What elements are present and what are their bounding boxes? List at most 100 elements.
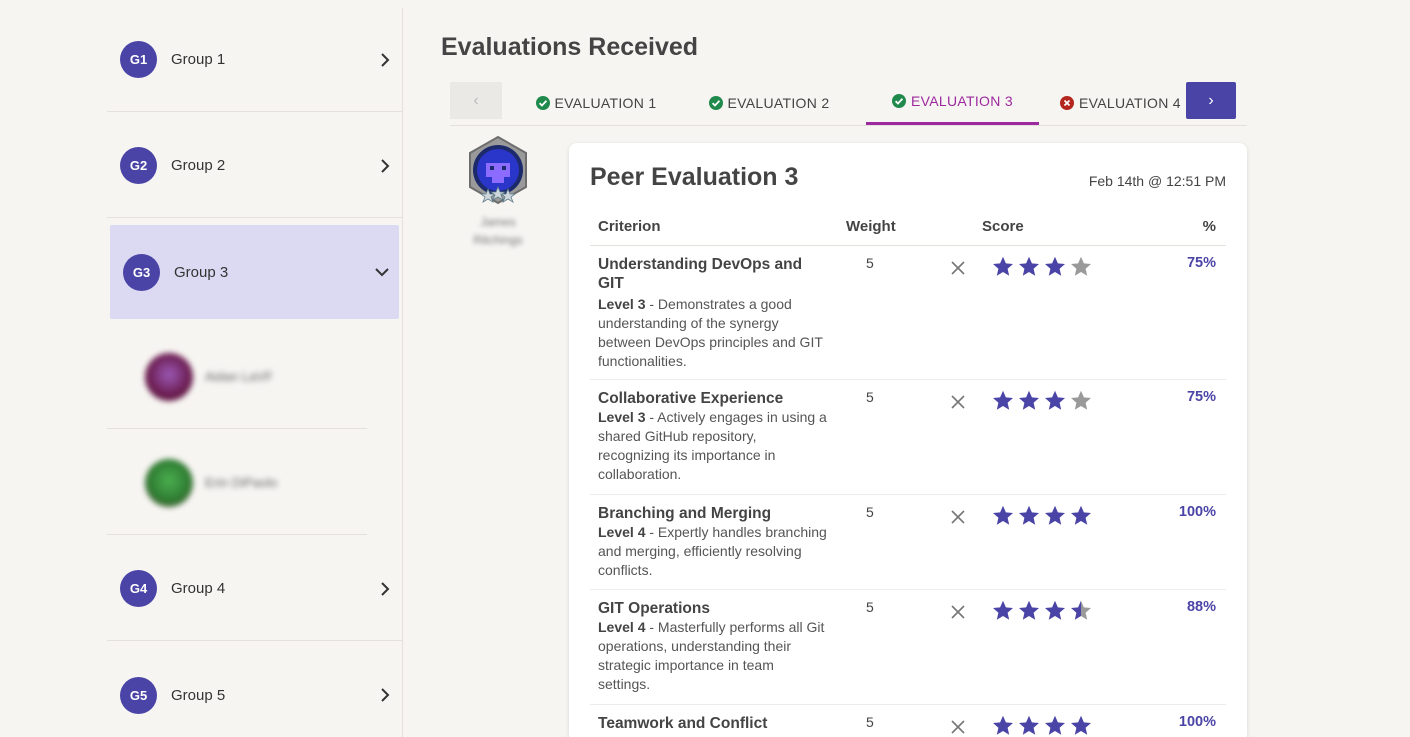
member-avatar xyxy=(145,352,193,401)
tabs-next-button[interactable]: › xyxy=(1186,82,1236,119)
evaluation-tabs: ‹ EVALUATION 1 EVALUATION 2 EVALUATION 3… xyxy=(450,80,1247,126)
header-score: Score xyxy=(982,218,1024,235)
table-row: Branching and Merging Level 4 - Expertly… xyxy=(590,495,1226,590)
star-icon[interactable] xyxy=(1069,255,1093,279)
evaluator-avatar xyxy=(469,135,527,205)
chevron-down-icon xyxy=(375,268,389,277)
evaluator-name: James Ritchings xyxy=(473,215,523,247)
card-title: Peer Evaluation 3 xyxy=(590,163,799,191)
criterion-weight: 5 xyxy=(866,599,874,615)
group-sidebar: G1 Group 1 G2 Group 2 G3 Group 3 Aidan L… xyxy=(107,8,403,737)
header-weight: Weight xyxy=(846,218,896,235)
group-avatar: G5 xyxy=(120,676,157,714)
page-title: Evaluations Received xyxy=(441,33,699,61)
chevron-right-icon xyxy=(381,688,390,702)
sidebar-item-group-1[interactable]: G1 Group 1 xyxy=(107,8,402,112)
evaluator-profile: James Ritchings xyxy=(443,135,553,257)
sidebar-item-group-4[interactable]: G4 Group 4 xyxy=(107,537,402,641)
star-icon[interactable] xyxy=(1043,599,1067,623)
group-avatar: G2 xyxy=(120,147,157,184)
star-rating[interactable] xyxy=(991,255,1093,279)
star-icon[interactable] xyxy=(1043,255,1067,279)
chevron-right-icon xyxy=(381,52,390,67)
clear-score-icon[interactable] xyxy=(950,260,966,276)
table-row: Understanding DevOps and GIT Level 3 - D… xyxy=(590,246,1226,380)
table-row: Collaborative Experience Level 3 - Activ… xyxy=(590,380,1226,495)
tab-evaluation-2[interactable]: EVALUATION 2 xyxy=(702,80,836,125)
star-rating[interactable] xyxy=(991,714,1093,737)
criterion-percent: 100% xyxy=(1178,714,1216,730)
criterion-name: GIT Operations xyxy=(598,600,710,617)
sidebar-item-group-3[interactable]: G3 Group 3 xyxy=(110,225,399,319)
check-circle-icon xyxy=(892,94,907,108)
criterion-percent: 75% xyxy=(1186,255,1216,271)
star-icon[interactable] xyxy=(991,504,1015,528)
star-icon[interactable] xyxy=(1017,255,1041,279)
criterion-percent: 75% xyxy=(1186,389,1216,405)
tab-evaluation-3[interactable]: EVALUATION 3 xyxy=(866,80,1039,125)
star-icon[interactable] xyxy=(991,599,1015,623)
chevron-right-icon xyxy=(381,158,390,173)
star-icon[interactable] xyxy=(1017,389,1041,413)
star-icon[interactable] xyxy=(991,714,1015,737)
star-icon[interactable] xyxy=(991,389,1015,413)
star-icon[interactable] xyxy=(1017,504,1041,528)
criterion-weight: 5 xyxy=(866,255,874,271)
criterion-name: Teamwork and Conflict xyxy=(598,715,768,732)
criterion-percent: 100% xyxy=(1178,504,1216,520)
group-avatar: G4 xyxy=(120,570,157,607)
group-label: Group 1 xyxy=(171,51,226,68)
criterion-name: Collaborative Experience xyxy=(598,390,784,407)
member-name: Erin DiPaolo xyxy=(205,475,278,490)
star-icon[interactable] xyxy=(991,255,1015,279)
group-label: Group 2 xyxy=(171,157,226,174)
check-circle-icon xyxy=(708,95,723,110)
sidebar-item-group-5[interactable]: G5 Group 5 xyxy=(107,643,402,737)
star-icon[interactable] xyxy=(1017,714,1041,737)
star-icon[interactable] xyxy=(1069,714,1093,737)
table-row: Teamwork and Conflict 5 100% xyxy=(590,705,1226,737)
chevron-right-icon xyxy=(381,581,390,596)
star-icon[interactable] xyxy=(1043,714,1067,737)
sidebar-member-item[interactable]: Erin DiPaolo xyxy=(107,431,367,535)
criterion-name: Branching and Merging xyxy=(598,505,772,522)
table-header: Criterion Weight Score % xyxy=(590,209,1226,246)
peer-evaluation-card: Peer Evaluation 3 Feb 14th @ 12:51 PM Cr… xyxy=(569,143,1247,737)
star-icon[interactable] xyxy=(1043,389,1067,413)
check-circle-icon xyxy=(535,95,550,110)
tab-label: EVALUATION 1 xyxy=(554,94,657,111)
criterion-description: Level 3 - Actively engages in using a sh… xyxy=(598,409,827,482)
clear-score-icon[interactable] xyxy=(950,719,966,735)
clear-score-icon[interactable] xyxy=(950,604,966,620)
criterion-name: Understanding DevOps and GIT xyxy=(598,256,803,292)
star-rating[interactable] xyxy=(991,504,1093,528)
star-icon[interactable] xyxy=(1043,504,1067,528)
star-icon[interactable] xyxy=(1017,599,1041,623)
star-icon[interactable] xyxy=(1069,504,1093,528)
group-label: Group 5 xyxy=(171,686,226,704)
star-rating[interactable] xyxy=(991,599,1093,623)
group-label: Group 3 xyxy=(174,263,229,281)
group-avatar: G3 xyxy=(123,253,160,291)
group-avatar: G1 xyxy=(120,41,157,78)
criterion-description: Level 4 - Masterfully performs all Git o… xyxy=(598,619,825,692)
criterion-weight: 5 xyxy=(866,714,874,730)
member-name: Aidan LaVF xyxy=(205,369,273,384)
tab-label: EVALUATION 3 xyxy=(911,93,1013,109)
clear-score-icon[interactable] xyxy=(950,509,966,525)
tabs-prev-button[interactable]: ‹ xyxy=(450,82,502,119)
tab-evaluation-1[interactable]: EVALUATION 1 xyxy=(530,80,662,125)
tab-evaluation-4[interactable]: EVALUATION 4 xyxy=(1060,80,1183,125)
criterion-description: Level 3 - Demonstrates a good understand… xyxy=(598,296,823,369)
member-avatar xyxy=(145,458,193,507)
star-icon[interactable] xyxy=(1069,599,1093,623)
clear-score-icon[interactable] xyxy=(950,394,966,410)
sidebar-item-group-2[interactable]: G2 Group 2 xyxy=(107,114,402,218)
sidebar-member-item[interactable]: Aidan LaVF xyxy=(107,325,367,429)
star-rating[interactable] xyxy=(991,389,1093,413)
tab-label: EVALUATION 4 xyxy=(1079,94,1181,111)
tab-label: EVALUATION 2 xyxy=(727,94,830,111)
star-icon[interactable] xyxy=(1069,389,1093,413)
error-circle-icon xyxy=(1060,95,1074,110)
table-row: GIT Operations Level 4 - Masterfully per… xyxy=(590,590,1226,705)
